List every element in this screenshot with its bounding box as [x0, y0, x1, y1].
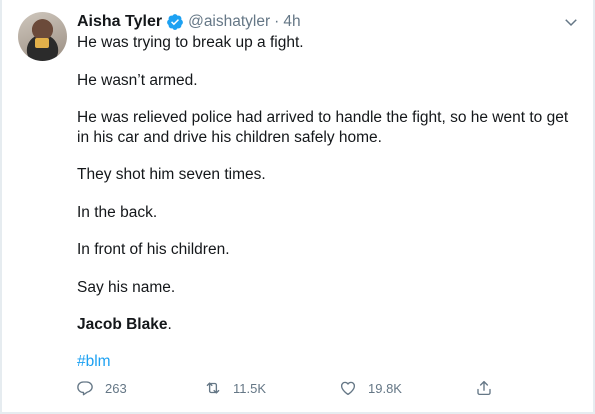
- retweet-button[interactable]: 11.5K: [204, 377, 266, 399]
- frame-left-border: [0, 0, 2, 414]
- tweet-header: Aisha Tyler @aishatyler · 4h: [77, 12, 301, 32]
- reply-count: 263: [105, 380, 127, 396]
- tweet-timestamp[interactable]: 4h: [283, 13, 300, 31]
- reply-button[interactable]: 263: [76, 377, 127, 399]
- tweet-paragraph: Say his name.: [77, 279, 176, 296]
- jacob-blake-name: Jacob Blake: [77, 316, 168, 333]
- chevron-down-icon[interactable]: [562, 13, 580, 31]
- tweet-paragraph: He wasn’t armed.: [77, 72, 198, 89]
- header-separator: ·: [274, 13, 280, 30]
- share-button[interactable]: [475, 377, 493, 399]
- retweet-count: 11.5K: [233, 380, 267, 396]
- hashtag-link[interactable]: #blm: [77, 352, 111, 372]
- tweet-paragraph: They shot him seven times.: [77, 166, 266, 183]
- avatar[interactable]: [18, 12, 67, 61]
- avatar-detail: [35, 38, 49, 48]
- tweet-paragraph: He was relieved police had arrived to ha…: [77, 109, 569, 146]
- retweet-icon: [206, 382, 220, 394]
- author-handle[interactable]: @aishatyler: [188, 13, 270, 31]
- tweet-paragraph: He was trying to break up a fight.: [77, 34, 304, 51]
- verified-badge-icon: [166, 13, 184, 31]
- tweet-actions: 263 11.5K 19.8K: [76, 377, 556, 399]
- tweet-paragraph: In the back.: [77, 204, 158, 221]
- tweet-paragraph: In front of his children.: [77, 241, 230, 258]
- name-period: .: [167, 316, 172, 333]
- tweet-card[interactable]: Aisha Tyler @aishatyler · 4h He was tryi…: [0, 0, 595, 414]
- author-name[interactable]: Aisha Tyler: [77, 13, 162, 31]
- like-count: 19.8K: [368, 380, 402, 396]
- tweet-paragraph-name: Jacob Blake.: [77, 315, 172, 335]
- share-icon: [477, 380, 491, 396]
- like-button[interactable]: 19.8K: [339, 377, 402, 399]
- reply-icon: [77, 381, 93, 396]
- heart-icon: [340, 381, 356, 396]
